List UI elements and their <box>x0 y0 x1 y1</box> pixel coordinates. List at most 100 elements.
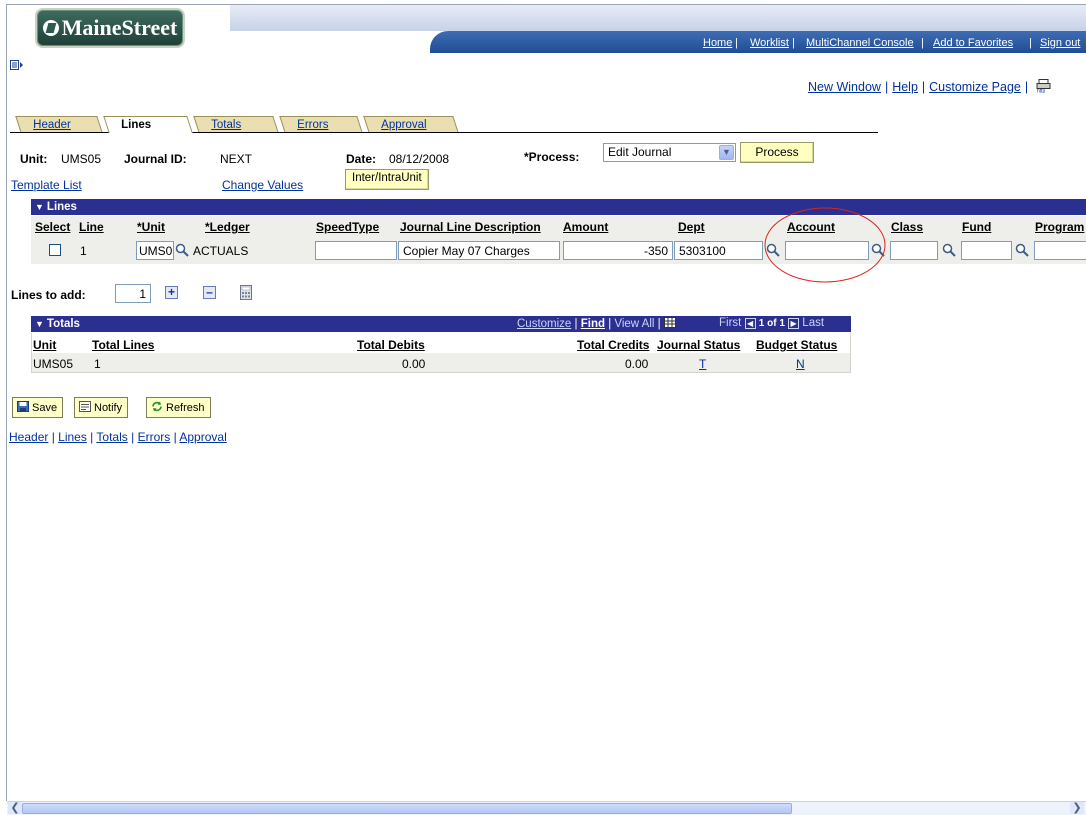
amount-input[interactable]: -350 <box>563 241 673 260</box>
banner-bar <box>230 5 1086 31</box>
lines-grid-header: ▼ Lines <box>31 199 1086 215</box>
new-window-link[interactable]: New Window <box>808 80 881 94</box>
svg-text:http: http <box>1037 89 1046 94</box>
find-link[interactable]: Find <box>581 318 605 330</box>
bottom-link-lines[interactable]: Lines <box>58 430 87 444</box>
nav-sep: | <box>792 37 795 49</box>
nav-worklist[interactable]: Worklist <box>750 37 789 49</box>
tab-errors[interactable]: Errors <box>279 116 363 133</box>
nav-sep: | <box>921 37 924 49</box>
col-budget-status[interactable]: Budget Status <box>756 338 837 352</box>
journal-status-link[interactable]: T <box>699 357 706 371</box>
budget-status-link[interactable]: N <box>796 357 805 371</box>
speedtype-input[interactable] <box>315 241 397 260</box>
row-select-checkbox[interactable] <box>49 244 61 256</box>
total-credits-value: 0.00 <box>625 357 649 371</box>
total-debits-value: 0.00 <box>402 357 426 371</box>
bottom-link-errors[interactable]: Errors <box>138 430 171 444</box>
class-input[interactable] <box>890 241 938 260</box>
col-total-lines[interactable]: Total Lines <box>92 338 154 352</box>
journal-id-value: NEXT <box>220 152 253 166</box>
process-button[interactable]: Process <box>740 142 814 163</box>
last-link[interactable]: Last <box>802 317 824 329</box>
bottom-link-header[interactable]: Header <box>9 430 48 444</box>
unit-input[interactable]: UMS05 <box>136 241 174 260</box>
description-input[interactable]: Copier May 07 Charges <box>398 241 560 260</box>
previous-arrow-icon[interactable]: ◀ <box>744 318 756 329</box>
refresh-icon <box>152 401 162 412</box>
nav-add-to-favorites[interactable]: Add to Favorites <box>933 37 1013 49</box>
tab-lines[interactable]: Lines <box>103 116 193 133</box>
col-amount[interactable]: Amount <box>563 220 608 234</box>
tab-totals[interactable]: Totals <box>193 116 279 133</box>
totals-unit-value: UMS05 <box>33 357 74 371</box>
process-label: *Process: <box>524 150 580 164</box>
inter-intra-unit-button[interactable]: Inter/IntraUnit <box>345 169 429 190</box>
col-total-credits[interactable]: Total Credits <box>577 338 649 352</box>
customize-link[interactable]: Customize <box>517 318 571 330</box>
notify-button[interactable]: Notify <box>74 397 129 418</box>
refresh-button[interactable]: Refresh <box>146 397 211 418</box>
col-select[interactable]: Select <box>35 220 70 234</box>
total-lines-value: 1 <box>94 357 101 371</box>
add-row-plus-icon[interactable]: + <box>165 286 178 299</box>
next-arrow-icon[interactable]: ▶ <box>788 318 800 329</box>
collapse-triangle-icon[interactable]: ▼ <box>35 319 44 329</box>
col-totals-unit[interactable]: Unit <box>33 338 56 352</box>
totals-row-bg <box>32 353 850 372</box>
horizontal-scroll-thumb[interactable] <box>22 803 792 814</box>
nav-multichannel-console[interactable]: MultiChannel Console <box>806 37 914 49</box>
program-input[interactable] <box>1034 241 1086 260</box>
change-values-link[interactable]: Change Values <box>222 178 303 192</box>
unit-lookup-icon[interactable] <box>175 243 189 257</box>
tab-approval[interactable]: Approval <box>363 116 459 133</box>
dept-input[interactable]: 5303100 <box>674 241 763 260</box>
scroll-left-arrow-icon[interactable]: ❮ <box>8 802 22 814</box>
process-select[interactable]: Edit Journal ▼ <box>603 143 736 162</box>
nav-sign-out[interactable]: Sign out <box>1040 37 1080 49</box>
col-unit[interactable]: *Unit <box>137 220 165 234</box>
logo-text: MaineStreet <box>61 15 178 40</box>
col-journal-line-description[interactable]: Journal Line Description <box>400 220 541 234</box>
template-list-link[interactable]: Template List <box>11 178 82 192</box>
col-ledger[interactable]: *Ledger <box>205 220 250 234</box>
download-grid-icon[interactable] <box>663 317 676 328</box>
account-highlight-circle <box>764 207 886 283</box>
chevron-down-icon[interactable]: ▼ <box>719 145 734 160</box>
customize-page-link[interactable]: Customize Page <box>929 80 1021 94</box>
col-journal-status[interactable]: Journal Status <box>657 338 740 352</box>
nav-home[interactable]: Home <box>703 37 732 49</box>
save-button[interactable]: Save <box>12 397 64 418</box>
date-value: 08/12/2008 <box>389 152 450 166</box>
menu-toggle-icon[interactable] <box>10 59 24 71</box>
fund-lookup-icon[interactable] <box>1015 243 1029 257</box>
scroll-right-arrow-icon[interactable]: ❯ <box>1070 802 1084 814</box>
col-fund[interactable]: Fund <box>962 220 991 234</box>
bottom-link-totals[interactable]: Totals <box>96 430 127 444</box>
lines-to-add-label: Lines to add: <box>11 288 86 302</box>
help-link[interactable]: Help <box>892 80 918 94</box>
http-print-icon[interactable]: http <box>1036 79 1052 95</box>
lines-to-add-input[interactable]: 1 <box>115 284 151 303</box>
col-line[interactable]: Line <box>79 220 104 234</box>
totals-grid-nav: Customize | Find | View All | <box>517 317 676 330</box>
delete-row-minus-icon[interactable]: – <box>203 286 216 299</box>
col-total-debits[interactable]: Total Debits <box>357 338 425 352</box>
mainestreet-logo: MaineStreet <box>35 8 185 48</box>
unit-label: Unit: <box>20 152 48 166</box>
class-lookup-icon[interactable] <box>942 243 956 257</box>
notify-icon <box>79 401 91 412</box>
calculator-icon[interactable] <box>240 285 252 300</box>
col-speedtype[interactable]: SpeedType <box>316 220 379 234</box>
col-program[interactable]: Program <box>1035 220 1084 234</box>
bottom-link-approval[interactable]: Approval <box>179 430 226 444</box>
journal-id-label: Journal ID: <box>124 152 187 166</box>
col-dept[interactable]: Dept <box>678 220 705 234</box>
first-link[interactable]: First <box>719 317 741 329</box>
logo-mark-icon <box>42 20 59 36</box>
view-all-link[interactable]: View All <box>614 318 654 330</box>
collapse-triangle-icon[interactable]: ▼ <box>35 202 44 212</box>
fund-input[interactable] <box>961 241 1012 260</box>
tab-header[interactable]: Header <box>15 116 103 133</box>
col-class[interactable]: Class <box>891 220 923 234</box>
